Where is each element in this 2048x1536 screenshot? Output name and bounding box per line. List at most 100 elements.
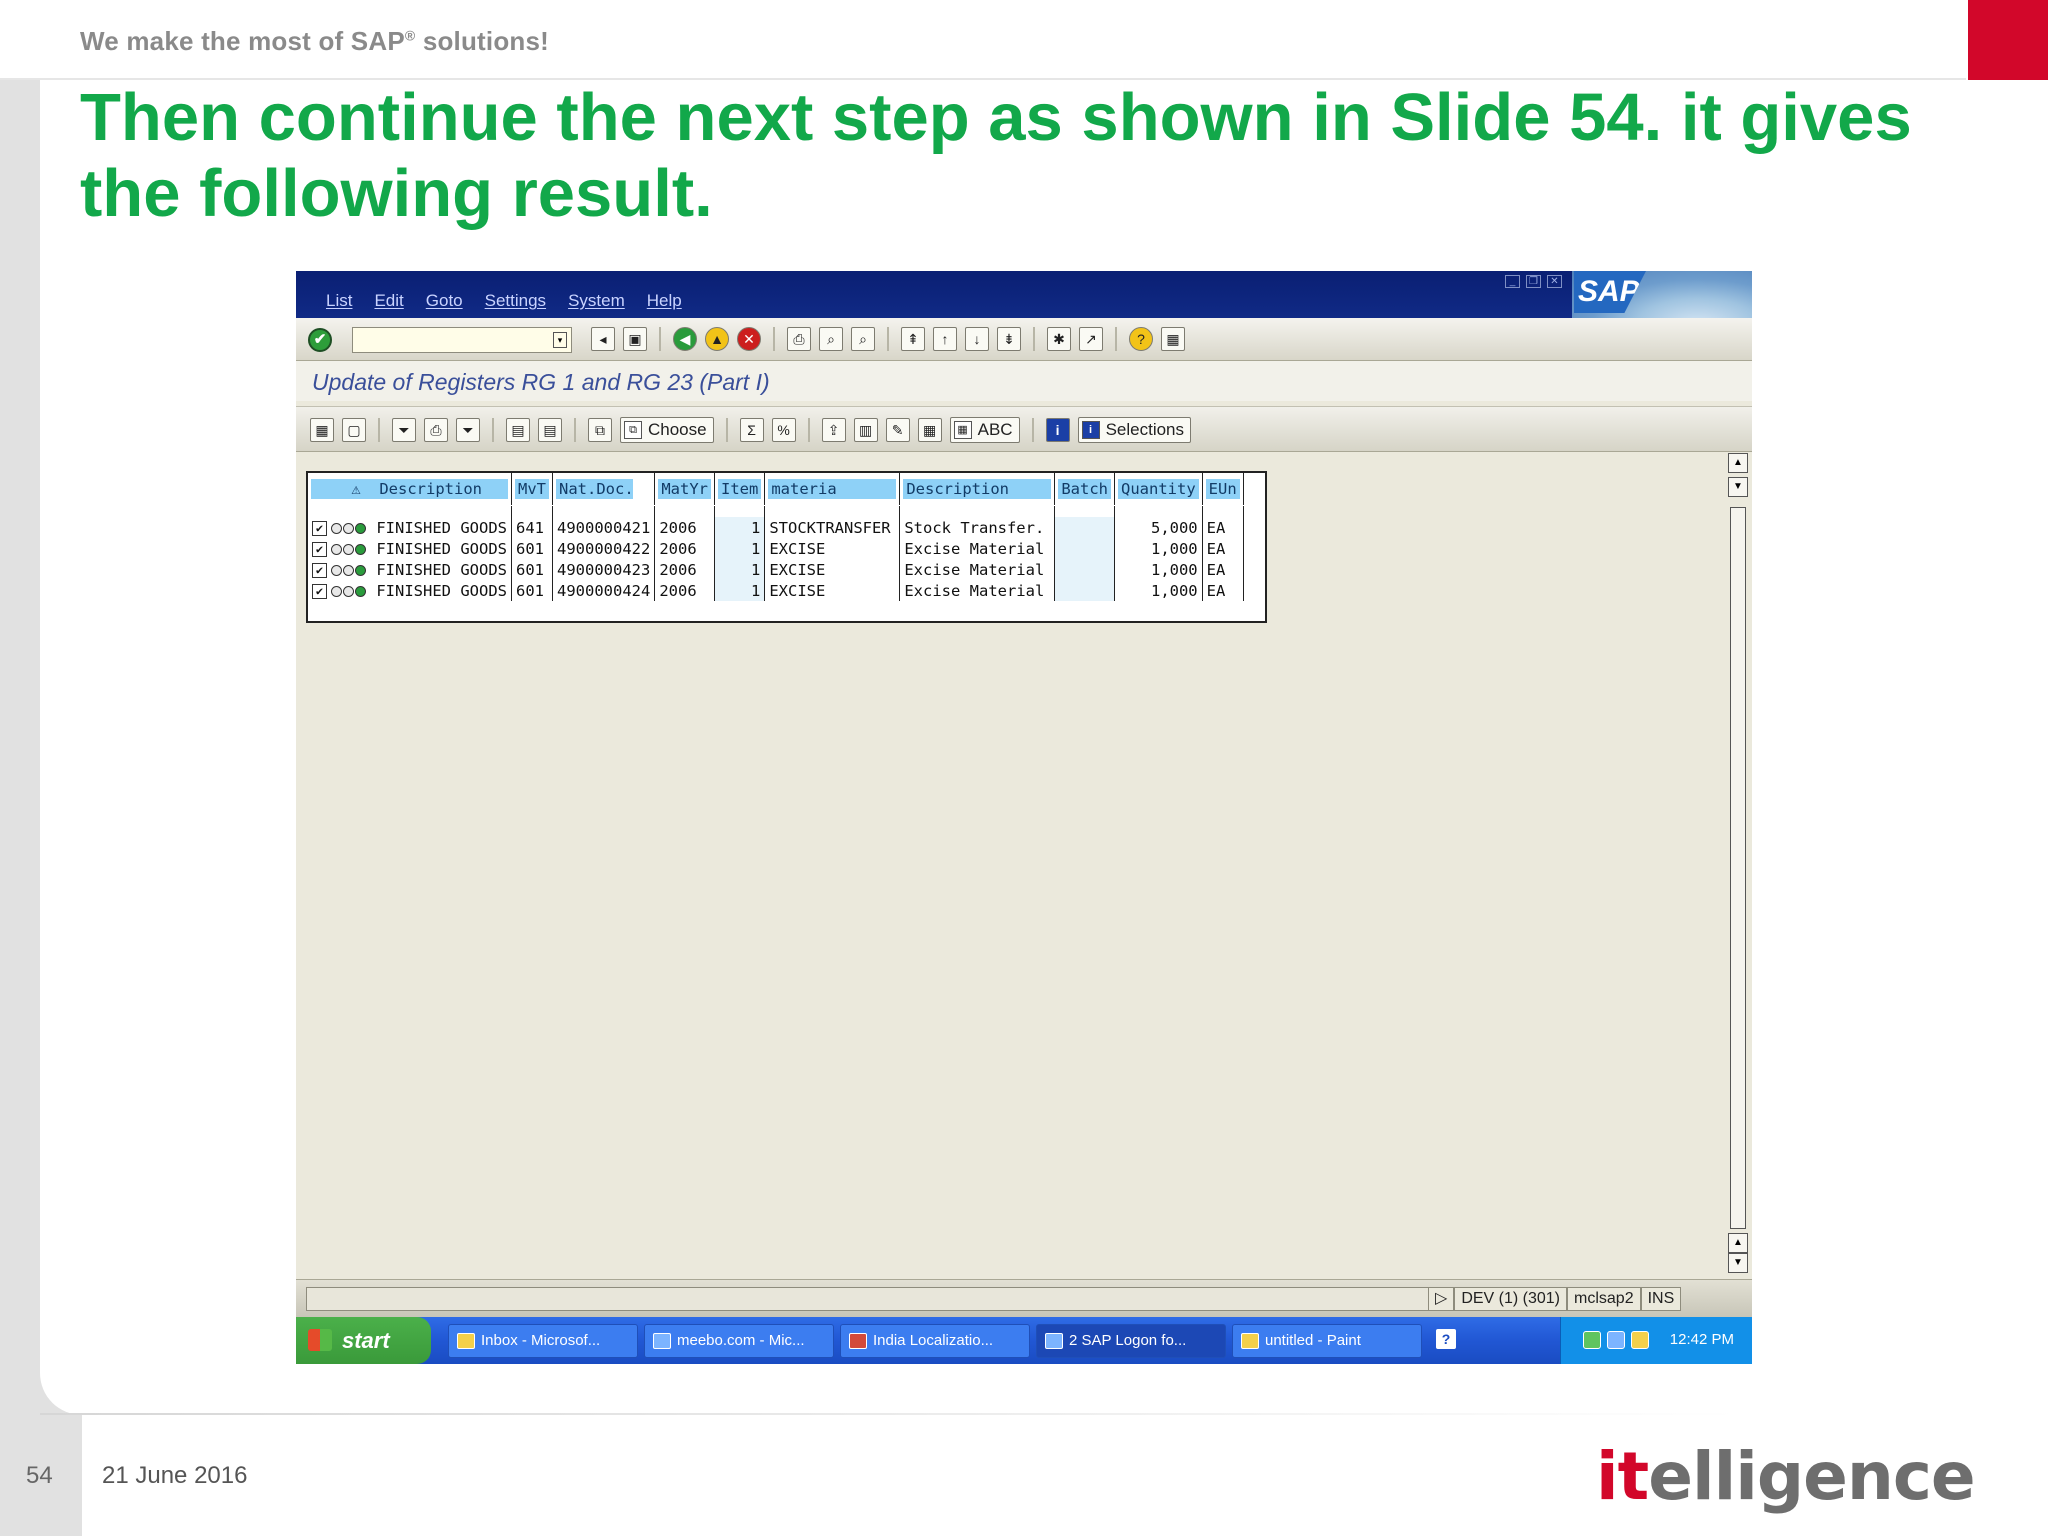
- back-icon[interactable]: ◀: [673, 327, 697, 351]
- subtotal-filter-icon[interactable]: ⏷: [456, 418, 480, 442]
- taskbar-item-sap-logon[interactable]: 2 SAP Logon fo...: [1036, 1324, 1226, 1358]
- tray-time[interactable]: 12:42 PM: [1670, 1331, 1734, 1348]
- close-icon[interactable]: ✕: [1547, 275, 1562, 288]
- status-message-field: [306, 1287, 1439, 1311]
- col-header-description2[interactable]: Description: [903, 478, 1052, 499]
- col-header-quantity[interactable]: Quantity: [1118, 478, 1199, 499]
- restore-icon[interactable]: ❐: [1526, 275, 1541, 288]
- detail-icon[interactable]: ▤: [506, 418, 530, 442]
- find-next-icon[interactable]: ⌕: [851, 327, 875, 351]
- find-icon[interactable]: ⌕: [819, 327, 843, 351]
- history-dropdown-icon[interactable]: ▾: [553, 332, 567, 348]
- selections-button[interactable]: i Selections: [1077, 417, 1192, 443]
- col-header-eun[interactable]: EUn: [1205, 478, 1240, 499]
- exit-icon[interactable]: ▲: [705, 327, 729, 351]
- menu-goto[interactable]: Goto: [426, 291, 463, 311]
- menu-items: List Edit Goto Settings System Help: [326, 291, 682, 311]
- window-controls: _ ❐ ✕: [1505, 275, 1562, 288]
- select-all-icon[interactable]: ▦: [310, 418, 334, 442]
- shortcut-icon[interactable]: ↗: [1079, 327, 1103, 351]
- help-question-icon[interactable]: ?: [1436, 1329, 1456, 1349]
- row-checkbox[interactable]: ✔: [312, 520, 327, 536]
- cancel-icon[interactable]: ✕: [737, 327, 761, 351]
- filter-icon[interactable]: ⏷: [392, 418, 416, 442]
- brand-corner: [1968, 0, 2048, 80]
- scroll-down-icon[interactable]: ▼: [1728, 1253, 1748, 1273]
- tray-clock-icon[interactable]: [1631, 1331, 1649, 1349]
- tray-network-icon[interactable]: [1583, 1331, 1601, 1349]
- status-light-red-icon: [331, 585, 342, 597]
- print-icon[interactable]: ⎙: [787, 327, 811, 351]
- print-preview-icon[interactable]: ⎙: [424, 418, 448, 442]
- scroll-page-up-icon[interactable]: ▲: [1728, 1233, 1748, 1253]
- previous-page-icon[interactable]: ↑: [933, 327, 957, 351]
- col-header-matdoc[interactable]: Nat.Doc.: [556, 478, 634, 499]
- minimize-icon[interactable]: _: [1505, 275, 1520, 288]
- export-icon[interactable]: ⇪: [821, 418, 846, 442]
- row-checkbox[interactable]: ✔: [312, 562, 327, 578]
- row-checkbox[interactable]: ✔: [312, 541, 327, 557]
- next-page-icon[interactable]: ↓: [965, 327, 989, 351]
- taskbar-item-inbox[interactable]: Inbox - Microsof...: [448, 1324, 638, 1358]
- col-header-materia[interactable]: materia: [768, 478, 897, 499]
- status-light-green-icon: [355, 585, 366, 597]
- taskbar-item-paint[interactable]: untitled - Paint: [1232, 1324, 1422, 1358]
- deselect-all-icon[interactable]: ▢: [342, 418, 366, 442]
- table-row[interactable]: ✔ FINISHED GOODS 601 4900000424 2006 1 E…: [308, 580, 1244, 601]
- layout-icon[interactable]: ▤: [538, 418, 562, 442]
- menu-settings[interactable]: Settings: [485, 291, 546, 311]
- enter-check-icon[interactable]: ✔: [308, 328, 332, 352]
- taskbar-item-india-localization[interactable]: India Localizatio...: [840, 1324, 1030, 1358]
- new-session-icon[interactable]: ✱: [1047, 327, 1071, 351]
- copy-icon[interactable]: ⧉: [588, 418, 612, 442]
- choose-icon: ⧉: [624, 421, 642, 439]
- slide-tagline: We make the most of SAP® solutions!: [80, 26, 550, 56]
- screen-title-bar: Update of Registers RG 1 and RG 23 (Part…: [296, 361, 1752, 401]
- status-light-yellow-icon: [343, 522, 354, 534]
- save-icon[interactable]: ▣: [623, 327, 647, 351]
- vertical-scrollbar[interactable]: ▲ ▼ ▲ ▼: [1728, 453, 1748, 1273]
- status-expand-icon[interactable]: ▷: [1428, 1287, 1455, 1311]
- col-header-mvt[interactable]: MvT: [515, 478, 549, 499]
- col-header-item[interactable]: Item: [718, 478, 762, 499]
- col-header-matyr[interactable]: MatYr: [658, 478, 711, 499]
- menu-edit[interactable]: Edit: [374, 291, 403, 311]
- command-input[interactable]: [353, 328, 543, 352]
- col-header-batch[interactable]: Batch: [1058, 478, 1111, 499]
- edit-icon[interactable]: ✎: [885, 418, 910, 442]
- scroll-track[interactable]: [1730, 507, 1746, 1229]
- system-tray: 12:42 PM: [1560, 1317, 1752, 1364]
- col-header-description[interactable]: ⚠ Description: [311, 478, 508, 499]
- application-toolbar: ▦ ▢ ⏷ ⎙ ⏷ ▤ ▤ ⧉ ⧉ Choose Σ % ⇪ ▥ ✎ ▦ ▦ ABC…: [296, 406, 1752, 452]
- last-page-icon[interactable]: ⇟: [997, 327, 1021, 351]
- abc-analysis-button[interactable]: ▦ ABC: [949, 417, 1020, 443]
- choose-button[interactable]: ⧉ Choose: [620, 417, 714, 443]
- spreadsheet-icon[interactable]: ▥: [853, 418, 878, 442]
- menu-system[interactable]: System: [568, 291, 625, 311]
- status-bar: ▷ DEV (1) (301) mclsap2 INS: [296, 1279, 1752, 1317]
- subtotal-icon[interactable]: %: [771, 418, 796, 442]
- menu-list[interactable]: List: [326, 291, 352, 311]
- tray-sap-icon[interactable]: [1607, 1331, 1625, 1349]
- paint-icon: [1241, 1333, 1259, 1349]
- help-icon[interactable]: ?: [1129, 327, 1153, 351]
- first-page-icon[interactable]: ⇞: [901, 327, 925, 351]
- table-row[interactable]: ✔ FINISHED GOODS 601 4900000423 2006 1 E…: [308, 559, 1244, 580]
- system-info[interactable]: DEV (1) (301): [1454, 1287, 1568, 1311]
- scroll-page-down-icon[interactable]: ▼: [1728, 477, 1748, 497]
- table-row[interactable]: ✔ FINISHED GOODS 641 4900000421 2006 1 S…: [308, 517, 1244, 538]
- scroll-up-icon[interactable]: ▲: [1728, 453, 1748, 473]
- table-row[interactable]: ✔ FINISHED GOODS 601 4900000422 2006 1 E…: [308, 538, 1244, 559]
- sum-icon[interactable]: Σ: [739, 418, 764, 442]
- start-button[interactable]: start: [296, 1317, 431, 1364]
- info-icon[interactable]: i: [1045, 418, 1070, 442]
- layout-menu-icon[interactable]: ▦: [1161, 327, 1185, 351]
- status-fields: ▷ DEV (1) (301) mclsap2 INS: [1428, 1287, 1682, 1311]
- back-arrow-disabled-icon[interactable]: ◂: [591, 327, 615, 351]
- row-checkbox[interactable]: ✔: [312, 583, 327, 599]
- taskbar-item-meebo[interactable]: meebo.com - Mic...: [644, 1324, 834, 1358]
- calculator-icon[interactable]: ▦: [917, 418, 942, 442]
- input-mode[interactable]: INS: [1640, 1287, 1682, 1311]
- warning-icon: ⚠: [351, 479, 361, 498]
- menu-help[interactable]: Help: [647, 291, 682, 311]
